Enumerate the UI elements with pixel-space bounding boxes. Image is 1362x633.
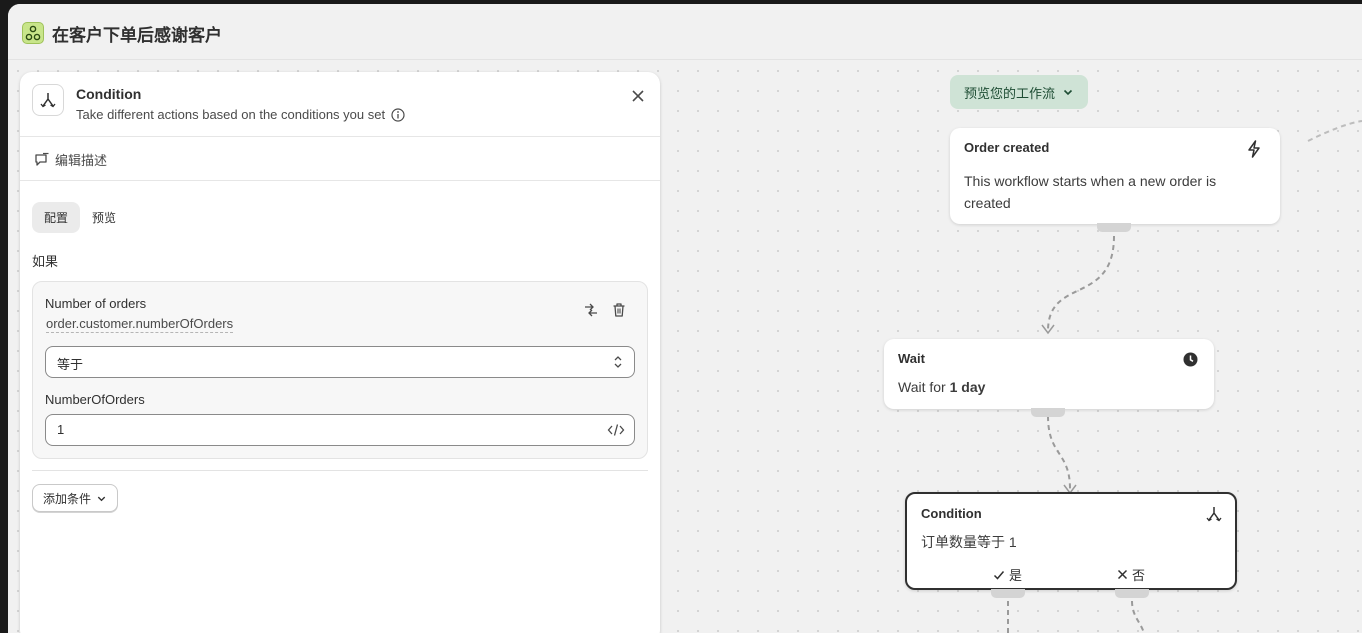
workflow-window: 在客户下单后感谢客户 预览您的工作流 Order created This wo… bbox=[8, 4, 1362, 633]
value-text: 1 bbox=[57, 422, 65, 437]
branch-no-label: 否 bbox=[1132, 568, 1146, 583]
add-condition-button[interactable]: 添加条件 bbox=[32, 484, 119, 512]
wait-duration: 1 day bbox=[949, 379, 986, 395]
chevron-updown-icon bbox=[614, 356, 622, 368]
value-input[interactable]: 1 bbox=[45, 414, 635, 446]
code-icon[interactable] bbox=[607, 422, 625, 438]
clock-icon bbox=[1183, 352, 1198, 367]
branch-yes-label: 是 bbox=[1009, 568, 1023, 583]
wait-description: Wait for 1 day bbox=[898, 376, 985, 398]
preview-workflow-label: 预览您的工作流 bbox=[963, 85, 1055, 101]
if-label: 如果 bbox=[32, 254, 59, 269]
page-title: 在客户下单后感谢客户 bbox=[52, 26, 222, 45]
tab-config[interactable]: 配置 bbox=[32, 202, 81, 233]
panel-header: Condition Take different actions based o… bbox=[20, 72, 660, 137]
add-condition-label: 添加条件 bbox=[43, 491, 92, 506]
condition-settings-panel: Condition Take different actions based o… bbox=[20, 72, 660, 633]
card-actions bbox=[583, 302, 627, 318]
panel-title: Condition bbox=[76, 86, 142, 102]
panel-subtitle-row: Take different actions based on the cond… bbox=[76, 107, 405, 122]
condition-node-title: Condition bbox=[921, 506, 982, 521]
x-icon bbox=[1117, 569, 1128, 580]
field-name: Number of orders bbox=[45, 296, 147, 311]
condition-node[interactable]: Condition 订单数量等于 1 是 否 bbox=[905, 492, 1237, 590]
close-icon[interactable] bbox=[628, 86, 648, 106]
edit-description-label: 编辑描述 bbox=[55, 153, 108, 168]
condition-card: Number of orders order.customer.numberOf… bbox=[32, 281, 648, 459]
wait-title: Wait bbox=[898, 351, 925, 366]
branch-icon bbox=[1206, 507, 1222, 522]
trash-icon[interactable] bbox=[611, 302, 627, 318]
lightning-icon bbox=[1248, 140, 1260, 158]
panel-subtitle: Take different actions based on the cond… bbox=[76, 107, 386, 122]
order-created-node[interactable]: Order created This workflow starts when … bbox=[950, 128, 1280, 224]
order-created-title: Order created bbox=[964, 140, 1050, 155]
order-created-description: This workflow starts when a new order is… bbox=[964, 173, 1217, 211]
flow-app-icon bbox=[22, 22, 44, 44]
wait-node[interactable]: Wait Wait for 1 day bbox=[884, 339, 1214, 409]
field-path[interactable]: order.customer.numberOfOrders bbox=[46, 316, 234, 333]
check-icon bbox=[993, 570, 1005, 580]
node-connector[interactable] bbox=[1031, 408, 1065, 417]
tab-preview[interactable]: 预览 bbox=[80, 202, 128, 233]
operator-value: 等于 bbox=[57, 357, 84, 372]
operator-select[interactable]: 等于 bbox=[45, 346, 635, 378]
panel-tabs: 配置 预览 bbox=[32, 202, 128, 233]
branch-icon bbox=[32, 84, 64, 116]
value-label: NumberOfOrders bbox=[45, 392, 145, 407]
node-connector[interactable] bbox=[991, 589, 1025, 598]
condition-node-description: 订单数量等于 1 bbox=[921, 534, 1017, 550]
chevron-down-icon bbox=[97, 496, 106, 501]
node-connector[interactable] bbox=[1115, 589, 1149, 598]
branch-no[interactable]: 否 bbox=[1117, 565, 1145, 584]
comment-edit-icon bbox=[35, 152, 49, 166]
top-bar: 在客户下单后感谢客户 bbox=[8, 4, 1362, 60]
node-connector[interactable] bbox=[1097, 223, 1131, 232]
branch-yes[interactable]: 是 bbox=[993, 565, 1022, 584]
divider bbox=[20, 180, 660, 181]
wait-prefix: Wait for bbox=[898, 379, 950, 395]
chevron-down-icon bbox=[1063, 89, 1073, 96]
swap-icon[interactable] bbox=[583, 302, 599, 318]
divider bbox=[32, 470, 648, 471]
edit-description-button[interactable]: 编辑描述 bbox=[34, 150, 107, 169]
info-icon[interactable] bbox=[391, 107, 405, 122]
preview-workflow-button[interactable]: 预览您的工作流 bbox=[950, 75, 1088, 109]
